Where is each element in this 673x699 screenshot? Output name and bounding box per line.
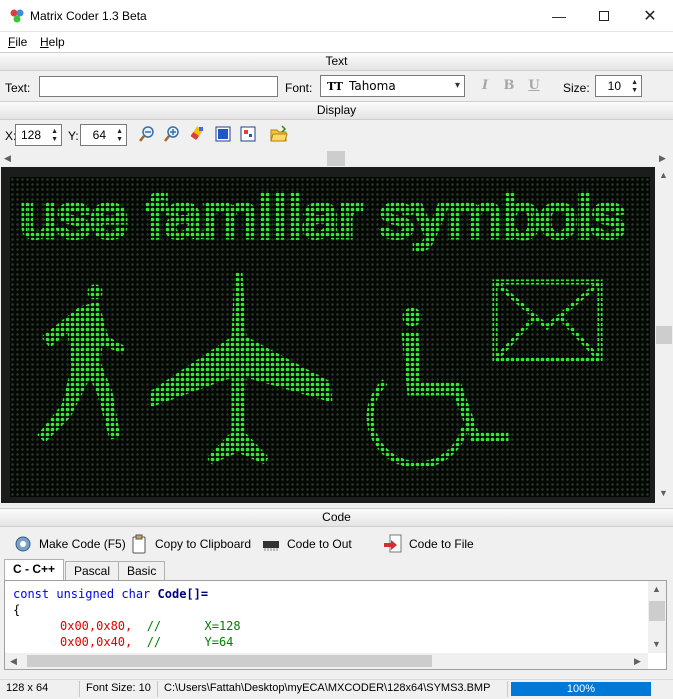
status-font-size: Font Size: 10 bbox=[80, 681, 158, 697]
x-value: 128 bbox=[20, 128, 41, 142]
menu-bar bbox=[0, 32, 673, 52]
clipboard-icon bbox=[132, 534, 146, 554]
scroll-left-icon[interactable]: ◀ bbox=[4, 153, 11, 164]
code-to-file-label: Code to File bbox=[409, 537, 474, 551]
text-input[interactable] bbox=[39, 76, 278, 97]
underline-button[interactable]: U bbox=[526, 78, 542, 94]
y-spinner[interactable]: 64 ▲ ▼ bbox=[80, 124, 127, 146]
font-label: Font: bbox=[285, 81, 313, 95]
font-select[interactable]: TT Tahoma ▾ bbox=[320, 75, 465, 97]
text-label: Text: bbox=[5, 81, 31, 95]
code-line: 0x00,0x40, // Y=64 bbox=[60, 635, 234, 649]
chip-icon bbox=[263, 541, 279, 551]
zoom-in-icon[interactable] bbox=[163, 125, 181, 143]
fill-display-icon[interactable] bbox=[214, 125, 232, 143]
scroll-down-icon[interactable]: ▼ bbox=[652, 639, 661, 649]
close-button[interactable]: ✕ bbox=[627, 0, 673, 31]
app-logo-icon bbox=[10, 9, 24, 23]
spin-down-icon[interactable]: ▼ bbox=[116, 136, 123, 143]
close-icon: ✕ bbox=[643, 7, 657, 25]
vertical-scrollbar[interactable]: ▲ ▼ bbox=[655, 167, 673, 503]
code-horizontal-scrollbar[interactable]: ◀ ▶ bbox=[5, 653, 648, 669]
zoom-progress: 100% bbox=[511, 682, 651, 696]
code-output[interactable]: const unsigned char Code[]= { 0x00,0x80,… bbox=[4, 580, 667, 670]
scroll-right-icon[interactable]: ▶ bbox=[659, 153, 666, 164]
zoom-out-icon[interactable] bbox=[138, 125, 156, 143]
x-spinner[interactable]: 128 ▲ ▼ bbox=[15, 124, 62, 146]
code-section-header[interactable]: Code bbox=[0, 508, 673, 527]
font-select-value: Tahoma bbox=[349, 79, 396, 93]
bold-button[interactable]: B bbox=[501, 78, 517, 94]
code-vertical-scrollbar[interactable]: ▲ ▼ bbox=[648, 581, 666, 653]
spin-up-icon[interactable]: ▲ bbox=[631, 79, 638, 86]
chevron-down-icon: ▾ bbox=[454, 80, 460, 91]
display-section-header[interactable]: Display bbox=[0, 101, 673, 120]
spin-down-icon[interactable]: ▼ bbox=[631, 87, 638, 94]
tab-c-cpp[interactable]: C - C++ bbox=[4, 559, 65, 581]
make-code-button[interactable]: Make Code (F5) bbox=[13, 533, 126, 555]
minimize-icon: — bbox=[552, 7, 566, 24]
minimize-button[interactable]: — bbox=[536, 0, 582, 31]
truetype-font-icon: TT bbox=[327, 79, 343, 93]
scroll-thumb[interactable] bbox=[649, 601, 665, 621]
code-line: const unsigned char Code[]= bbox=[13, 587, 209, 601]
tab-pascal[interactable]: Pascal bbox=[65, 561, 120, 581]
led-pixels bbox=[10, 177, 650, 497]
maximize-icon bbox=[599, 10, 609, 21]
font-size-spinner[interactable]: 10 ▲ ▼ bbox=[595, 75, 642, 97]
menu-file[interactable]: File bbox=[8, 35, 27, 49]
scroll-thumb[interactable] bbox=[656, 326, 672, 344]
code-line: 0x00,0x80, // X=128 bbox=[60, 619, 241, 633]
copy-clipboard-label: Copy to Clipboard bbox=[155, 537, 252, 551]
led-matrix-svg: use familiar symbols bbox=[10, 177, 650, 497]
scroll-down-icon[interactable]: ▼ bbox=[659, 488, 668, 498]
text-section-header[interactable]: Text bbox=[0, 52, 673, 71]
status-size: 128 x 64 bbox=[0, 681, 80, 697]
open-folder-icon[interactable] bbox=[270, 125, 288, 143]
scroll-left-icon[interactable]: ◀ bbox=[10, 656, 17, 667]
italic-button[interactable]: I bbox=[477, 78, 493, 94]
scroll-thumb[interactable] bbox=[27, 655, 432, 667]
size-label: Size: bbox=[563, 81, 590, 95]
scroll-thumb[interactable] bbox=[327, 151, 345, 166]
code-to-out-button[interactable]: Code to Out bbox=[261, 533, 352, 555]
menu-help[interactable]: Help bbox=[40, 35, 65, 49]
spin-up-icon[interactable]: ▲ bbox=[116, 128, 123, 135]
make-code-label: Make Code (F5) bbox=[39, 537, 126, 551]
copy-clipboard-button[interactable]: Copy to Clipboard bbox=[129, 533, 251, 555]
spin-up-icon[interactable]: ▲ bbox=[51, 128, 58, 135]
led-matrix-canvas[interactable]: use familiar symbols bbox=[10, 177, 650, 497]
scroll-right-icon[interactable]: ▶ bbox=[634, 656, 641, 667]
spin-down-icon[interactable]: ▼ bbox=[51, 136, 58, 143]
code-to-out-label: Code to Out bbox=[287, 537, 352, 551]
horizontal-scrollbar[interactable]: ◀ ▶ bbox=[0, 150, 673, 167]
scroll-up-icon[interactable]: ▲ bbox=[652, 584, 661, 594]
tab-basic[interactable]: Basic bbox=[118, 561, 166, 581]
code-to-file-button[interactable]: Code to File bbox=[383, 533, 474, 555]
file-arrow-icon bbox=[384, 534, 402, 553]
invert-display-icon[interactable] bbox=[239, 125, 257, 143]
gear-icon bbox=[15, 536, 31, 552]
maximize-button[interactable] bbox=[581, 0, 627, 31]
font-size-value: 10 bbox=[607, 79, 621, 93]
code-line: { bbox=[13, 603, 21, 617]
status-file-path: C:\Users\Fattah\Desktop\myECA\MXCODER\12… bbox=[158, 681, 508, 697]
eraser-icon[interactable] bbox=[189, 125, 207, 143]
y-value: 64 bbox=[92, 128, 106, 142]
y-label: Y: bbox=[68, 129, 79, 143]
scroll-up-icon[interactable]: ▲ bbox=[659, 170, 668, 180]
window-title: Matrix Coder 1.3 Beta bbox=[30, 9, 147, 23]
